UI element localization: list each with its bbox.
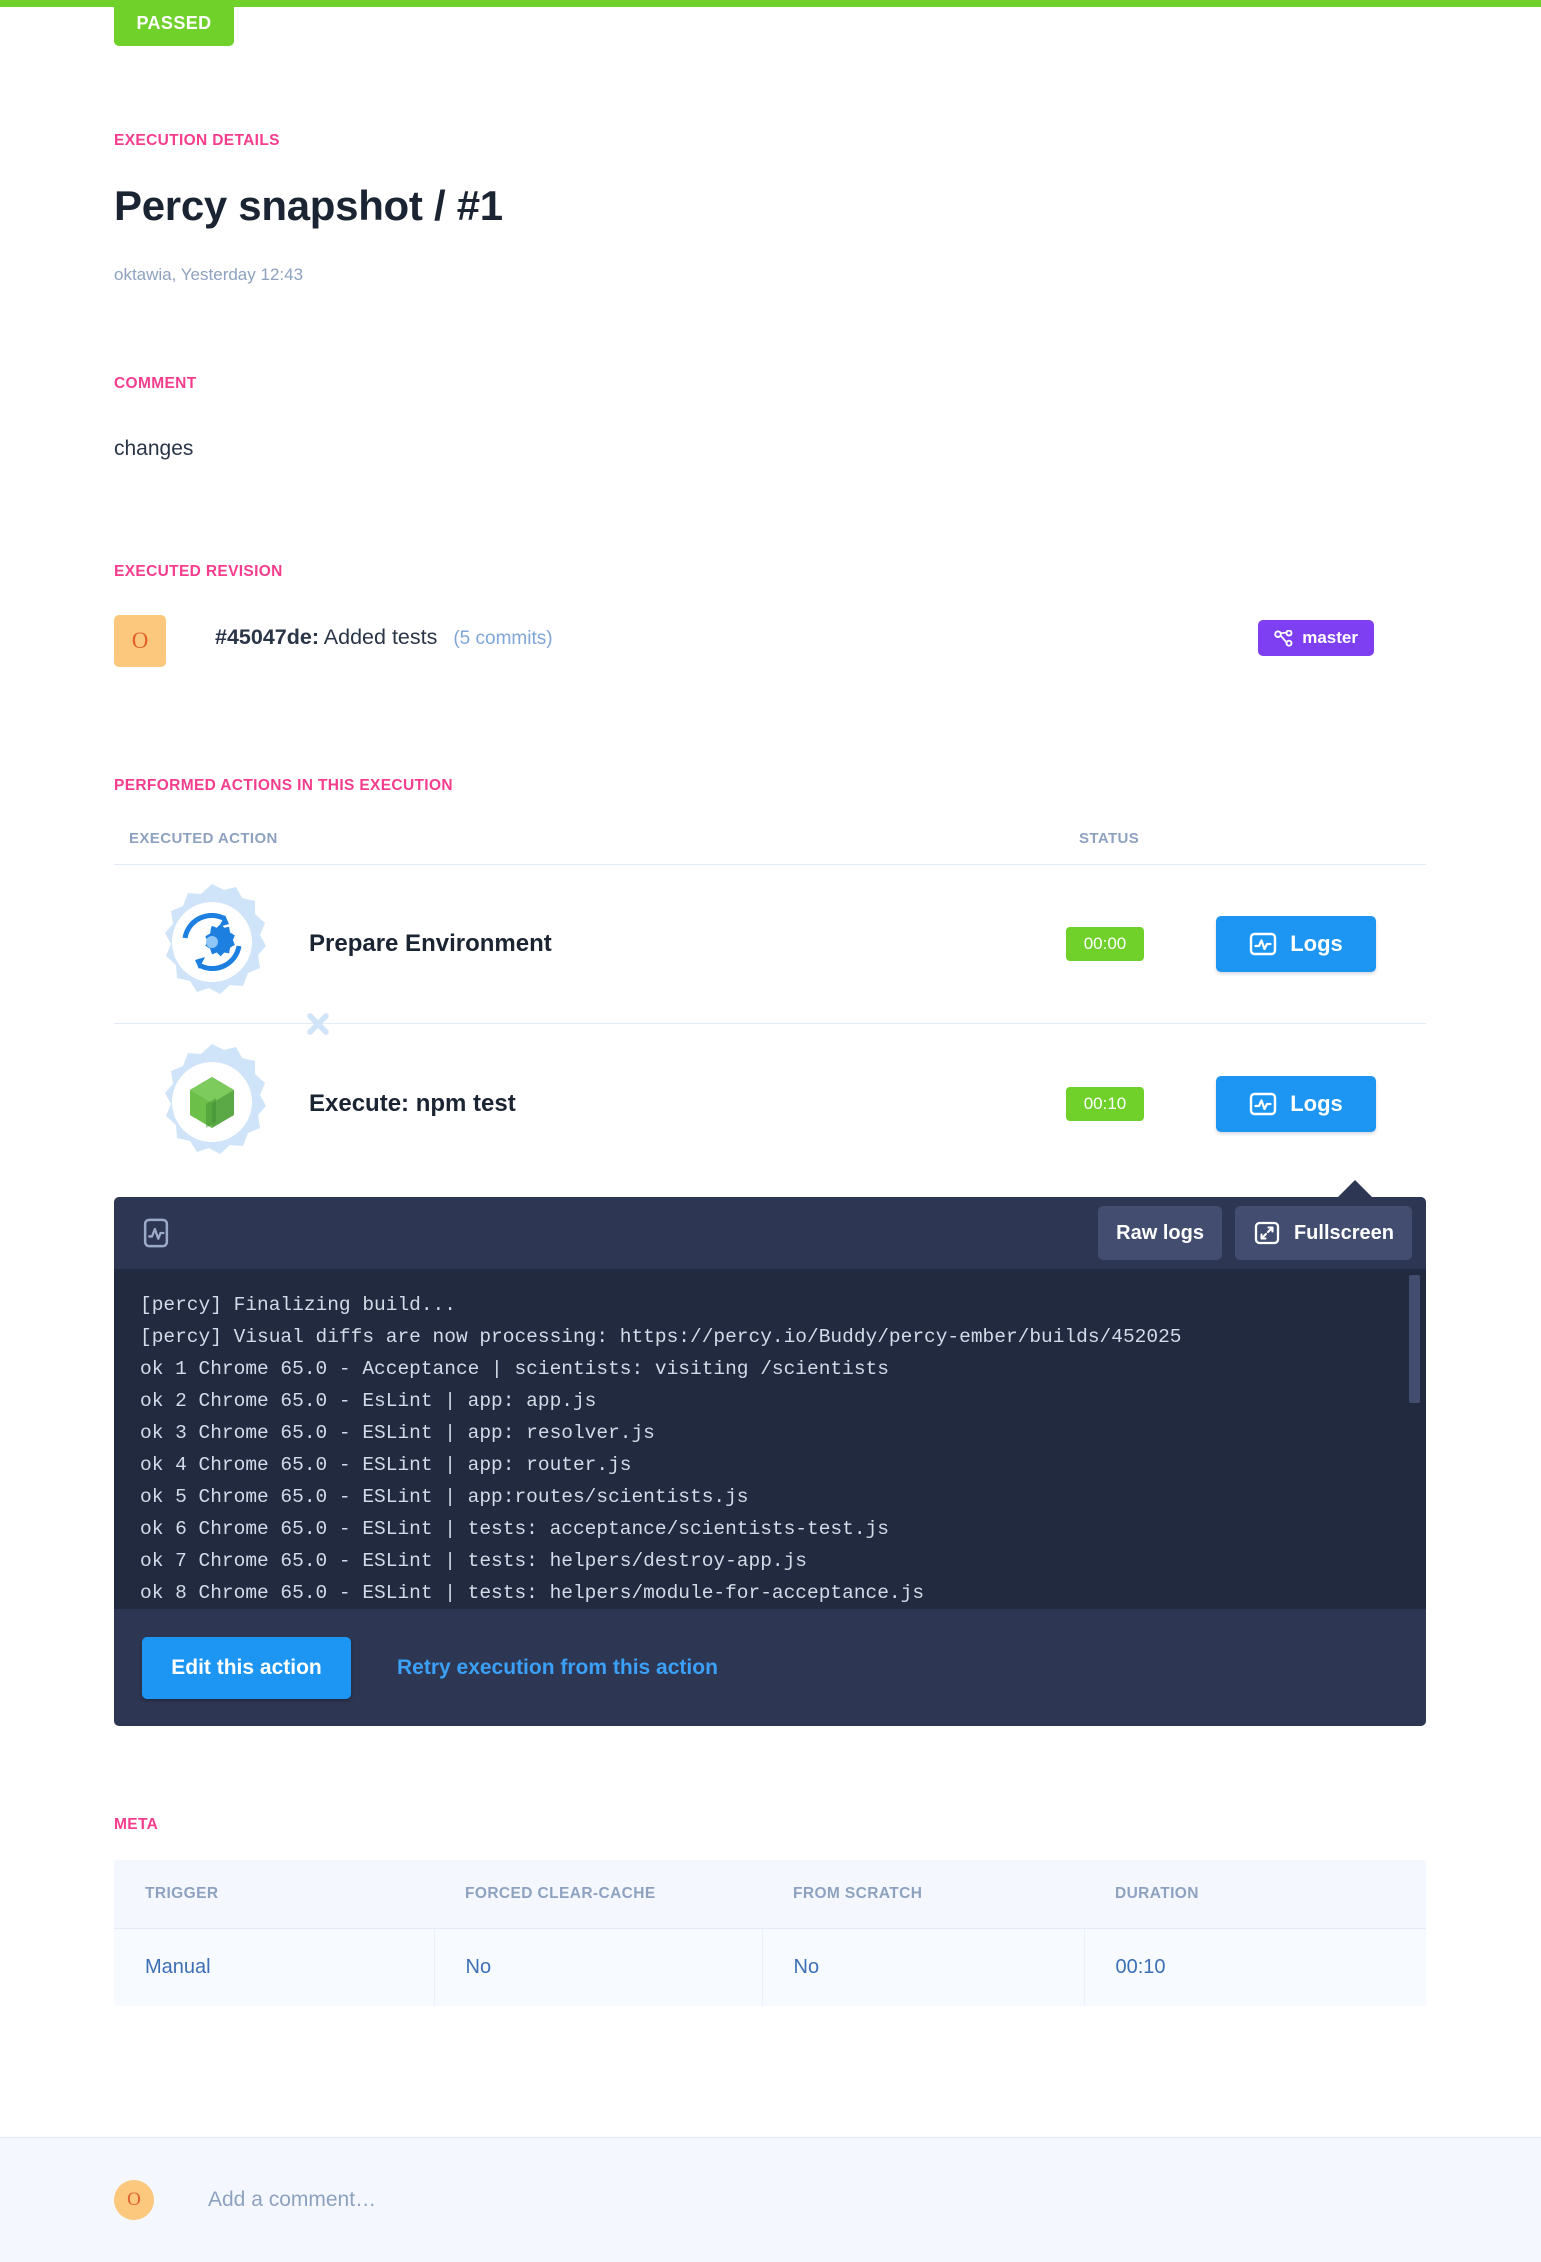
comment-text: changes: [114, 437, 194, 460]
page-title: Percy snapshot / #1: [114, 182, 503, 229]
comment-footer: O: [0, 2137, 1541, 2262]
avatar: O: [114, 2180, 154, 2220]
log-line: [percy] Finalizing build...: [140, 1294, 456, 1316]
status-badge: PASSED: [114, 0, 234, 46]
fullscreen-icon: [1254, 1221, 1280, 1245]
meta-column-duration: DURATION: [1084, 1860, 1426, 1929]
comment-input[interactable]: [206, 2187, 806, 2213]
fullscreen-button[interactable]: Fullscreen: [1234, 1206, 1412, 1260]
comment-footer-inner: O: [114, 2180, 806, 2220]
comment-label: COMMENT: [114, 375, 197, 392]
activity-log-icon: [1250, 932, 1277, 956]
page-subtitle: oktawia, Yesterday 12:43: [114, 265, 304, 284]
log-line: ok 1 Chrome 65.0 - Acceptance | scientis…: [140, 1358, 889, 1380]
log-output[interactable]: [percy] Finalizing build... [percy] Visu…: [114, 1269, 1426, 1609]
action-connector-icon: [307, 1013, 329, 1035]
raw-logs-button[interactable]: Raw logs: [1098, 1206, 1222, 1260]
branch-badge[interactable]: master: [1258, 620, 1374, 656]
log-line: ok 6 Chrome 65.0 - ESLint | tests: accep…: [140, 1518, 889, 1540]
revision-message: Added tests: [323, 625, 438, 649]
column-executed-action: EXECUTED ACTION: [129, 830, 278, 847]
log-line: [percy] Visual diffs are now processing:…: [140, 1326, 1182, 1348]
action-name: Prepare Environment: [309, 930, 552, 957]
meta-table-header-row: TRIGGER FORCED CLEAR-CACHE FROM SCRATCH …: [114, 1860, 1426, 1929]
edit-action-button[interactable]: Edit this action: [142, 1636, 351, 1699]
revision-text: #45047de: Added tests (5 commits): [215, 625, 553, 650]
table-row: Execute: npm test 00:10 Logs: [114, 1013, 1426, 1183]
actions-table-header: EXECUTED ACTION STATUS: [114, 820, 1426, 865]
fullscreen-label: Fullscreen: [1293, 1221, 1394, 1244]
executed-revision-label: EXECUTED REVISION: [114, 563, 283, 580]
activity-log-icon: [143, 1218, 169, 1248]
meta-label: META: [114, 1816, 159, 1833]
logs-button-label: Logs: [1290, 931, 1343, 956]
nodejs-gear-icon: [150, 1042, 274, 1166]
action-icon-cell: [114, 882, 309, 1006]
revision-hash[interactable]: #45047de:: [215, 625, 319, 649]
log-line: ok 8 Chrome 65.0 - ESLint | tests: helpe…: [140, 1582, 925, 1604]
meta-table: TRIGGER FORCED CLEAR-CACHE FROM SCRATCH …: [114, 1860, 1426, 2006]
meta-column-from-scratch: FROM SCRATCH: [762, 1860, 1084, 1929]
meta-value-duration: 00:10: [1084, 1928, 1426, 2006]
log-line: ok 7 Chrome 65.0 - ESLint | tests: helpe…: [140, 1550, 808, 1572]
log-panel: Raw logs Fullscreen [percy] Finalizing b…: [114, 1180, 1426, 1726]
log-line: ok 5 Chrome 65.0 - ESLint | app:routes/s…: [140, 1486, 749, 1508]
log-line: ok 4 Chrome 65.0 - ESLint | app: router.…: [140, 1454, 632, 1476]
branch-icon: [1274, 629, 1293, 647]
log-line: ok 3 Chrome 65.0 - ESLint | app: resolve…: [140, 1422, 655, 1444]
duration-badge: 00:10: [1066, 1086, 1144, 1121]
raw-logs-label: Raw logs: [1116, 1221, 1204, 1244]
branch-name: master: [1302, 628, 1358, 647]
meta-value-forced-clear-cache: No: [434, 1928, 763, 2006]
logs-button[interactable]: Logs: [1216, 916, 1376, 972]
log-scrollbar[interactable]: [1409, 1275, 1420, 1403]
meta-value-trigger: Manual: [114, 1928, 435, 2006]
activity-log-icon: [1250, 1092, 1277, 1115]
retry-execution-link[interactable]: Retry execution from this action: [397, 1656, 718, 1680]
log-line: ok 2 Chrome 65.0 - EsLint | app: app.js: [140, 1390, 597, 1412]
column-status: STATUS: [1079, 830, 1140, 847]
avatar: O: [114, 615, 166, 667]
meta-column-trigger: TRIGGER: [114, 1860, 434, 1929]
execution-details-label: EXECUTION DETAILS: [114, 132, 280, 149]
logs-button[interactable]: Logs: [1216, 1075, 1376, 1132]
actions-table: EXECUTED ACTION STATUS Prepare Environme…: [114, 820, 1426, 1183]
action-name: Execute: npm test: [309, 1089, 516, 1117]
duration-badge: 00:00: [1066, 927, 1144, 961]
prepare-environment-gear-icon: [150, 882, 274, 1006]
revision-row: O #45047de: Added tests (5 commits) mast…: [114, 615, 1426, 667]
logs-button-label: Logs: [1290, 1090, 1343, 1116]
meta-value-from-scratch: No: [762, 1928, 1085, 2006]
log-panel-pointer: [1338, 1180, 1372, 1197]
meta-column-forced-clear-cache: FORCED CLEAR-CACHE: [434, 1860, 762, 1929]
table-row: Manual No No 00:10: [114, 1928, 1426, 2006]
table-row: Prepare Environment 00:00 Logs: [114, 865, 1426, 1024]
commits-link[interactable]: (5 commits): [453, 628, 552, 649]
performed-actions-label: PERFORMED ACTIONS IN THIS EXECUTION: [114, 777, 453, 794]
log-panel-header: Raw logs Fullscreen: [114, 1197, 1426, 1269]
action-icon-cell: [114, 1042, 309, 1166]
log-panel-footer: Edit this action Retry execution from th…: [114, 1609, 1426, 1726]
